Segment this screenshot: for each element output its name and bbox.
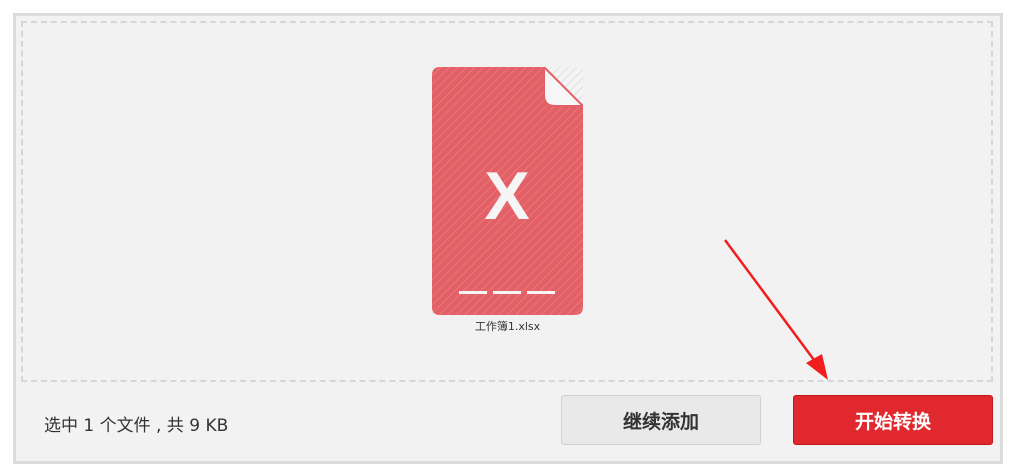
file-name-label: 工作簿1.xlsx [474,320,541,333]
start-convert-button[interactable]: 开始转换 [793,395,993,445]
file-letter: X [484,158,529,234]
file-item[interactable]: X [432,67,583,315]
selection-summary: 选中 1 个文件 , 共 9 KB [44,416,229,436]
excel-file-icon: X [432,67,583,315]
continue-add-button[interactable]: 继续添加 [561,395,761,445]
